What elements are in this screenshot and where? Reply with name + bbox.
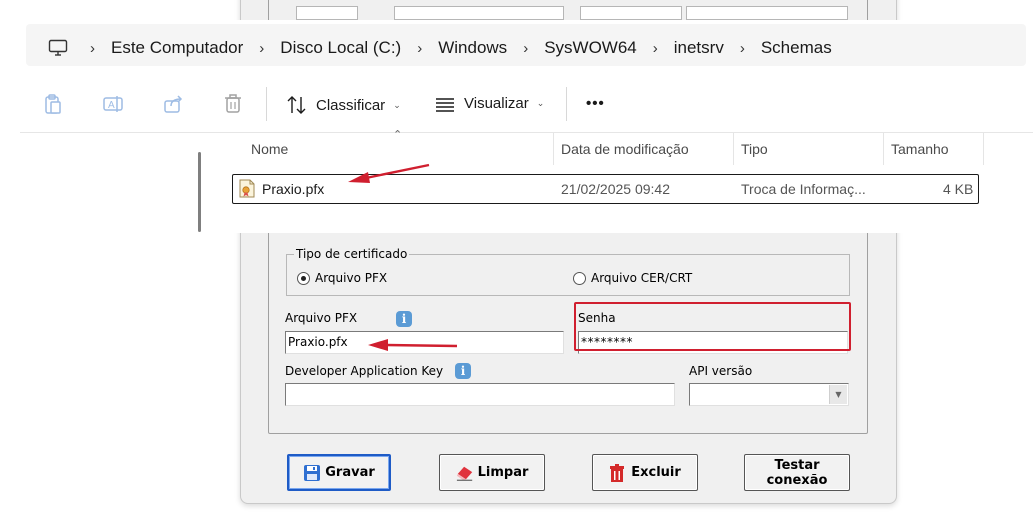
chevron-right-icon: › (523, 39, 529, 57)
paste-icon[interactable] (42, 93, 64, 115)
view-label: Visualizar (464, 95, 529, 112)
radio-pfx-indicator[interactable] (297, 271, 310, 285)
breadcrumb-item[interactable]: inetsrv (674, 38, 724, 58)
api-version-select[interactable]: ▼ (689, 383, 849, 406)
toolbar-divider (266, 87, 267, 121)
chevron-down-icon: ⌄ (536, 98, 545, 108)
sort-ascending-icon: ⌃ (393, 129, 403, 141)
trash-icon (609, 463, 627, 482)
hidden-field (580, 6, 682, 20)
file-size: 4 KB (943, 181, 974, 197)
column-header-size[interactable]: Tamanho (891, 141, 949, 157)
chevron-right-icon: › (259, 39, 265, 57)
test-label-line2: conexão (766, 472, 828, 488)
breadcrumb-item[interactable]: Windows (438, 38, 507, 58)
column-header-modified[interactable]: Data de modificação (561, 141, 689, 157)
clear-label: Limpar (477, 465, 529, 480)
toolbar-divider (566, 87, 567, 121)
api-version-label: API versão (689, 364, 753, 378)
chevron-down-icon: ⌄ (393, 99, 401, 110)
info-icon[interactable]: i (396, 311, 412, 327)
column-header-name[interactable]: Nome (251, 141, 288, 157)
pfx-label: Arquivo PFX (285, 311, 358, 325)
column-divider[interactable] (883, 133, 884, 165)
breadcrumb-item[interactable]: Este Computador (111, 38, 243, 58)
file-type: Troca de Informaç... (741, 181, 866, 197)
info-icon[interactable]: i (455, 363, 471, 379)
explorer-address-area: › Este Computador › Disco Local (C:) › W… (20, 20, 1033, 73)
breadcrumb-item[interactable]: SysWOW64 (544, 38, 637, 58)
share-icon[interactable] (162, 93, 184, 115)
floppy-disk-icon (303, 464, 321, 482)
sort-icon (286, 95, 308, 115)
breadcrumb-item[interactable]: Disco Local (C:) (280, 38, 401, 58)
rename-icon[interactable]: A (102, 93, 124, 115)
column-divider[interactable] (553, 133, 554, 165)
view-button[interactable]: Visualizar ⌄ (434, 95, 544, 112)
hidden-field (296, 6, 358, 20)
column-divider[interactable] (983, 133, 984, 165)
radio-pfx[interactable]: Arquivo PFX (297, 271, 387, 285)
sort-button[interactable]: Classificar ⌄ (286, 95, 401, 115)
radio-cer[interactable]: Arquivo CER/CRT (573, 271, 692, 285)
delete-label: Excluir (631, 465, 681, 480)
chevron-right-icon: › (417, 39, 423, 57)
delete-icon[interactable] (222, 93, 244, 115)
sort-label: Classificar (316, 96, 386, 114)
breadcrumb: › Este Computador › Disco Local (C:) › W… (48, 38, 832, 58)
more-options-button[interactable]: ••• (586, 95, 605, 112)
command-bar: A Classificar ⌄ Visualizar ⌄ ••• (20, 73, 1033, 133)
save-label: Gravar (325, 465, 375, 480)
svg-text:A: A (108, 100, 115, 111)
chevron-right-icon: › (739, 39, 745, 57)
test-label-line1: Testar (774, 457, 820, 473)
pfx-file-field[interactable]: Praxio.pfx (285, 331, 564, 354)
address-bar[interactable]: › Este Computador › Disco Local (C:) › W… (26, 24, 1026, 66)
certificate-file-icon (238, 179, 257, 201)
radio-pfx-label: Arquivo PFX (315, 271, 388, 285)
breadcrumb-item[interactable]: Schemas (761, 38, 832, 58)
file-name: Praxio.pfx (262, 181, 325, 197)
column-header-type[interactable]: Tipo (741, 141, 768, 157)
chevron-right-icon: › (652, 39, 658, 57)
file-modified: 21/02/2025 09:42 (561, 181, 670, 197)
save-button[interactable]: Gravar (287, 454, 391, 491)
chevron-right-icon: › (90, 39, 95, 57)
radio-cer-label: Arquivo CER/CRT (591, 271, 693, 285)
cert-type-title: Tipo de certificado (294, 247, 410, 261)
password-highlight-box (574, 302, 851, 351)
test-connection-button[interactable]: Testar conexão (744, 454, 850, 491)
delete-button[interactable]: Excluir (592, 454, 698, 491)
clear-button[interactable]: Limpar (439, 454, 545, 491)
hidden-field (686, 6, 848, 20)
view-list-icon (434, 96, 456, 112)
chevron-down-icon[interactable]: ▼ (829, 385, 847, 404)
dev-key-label: Developer Application Key (285, 364, 444, 378)
computer-icon[interactable] (48, 39, 68, 57)
column-divider[interactable] (733, 133, 734, 165)
radio-cer-indicator[interactable] (573, 271, 586, 285)
eraser-icon (456, 464, 474, 482)
hidden-field (394, 6, 564, 20)
dev-key-field[interactable] (285, 383, 675, 406)
scrollbar[interactable] (198, 152, 201, 232)
